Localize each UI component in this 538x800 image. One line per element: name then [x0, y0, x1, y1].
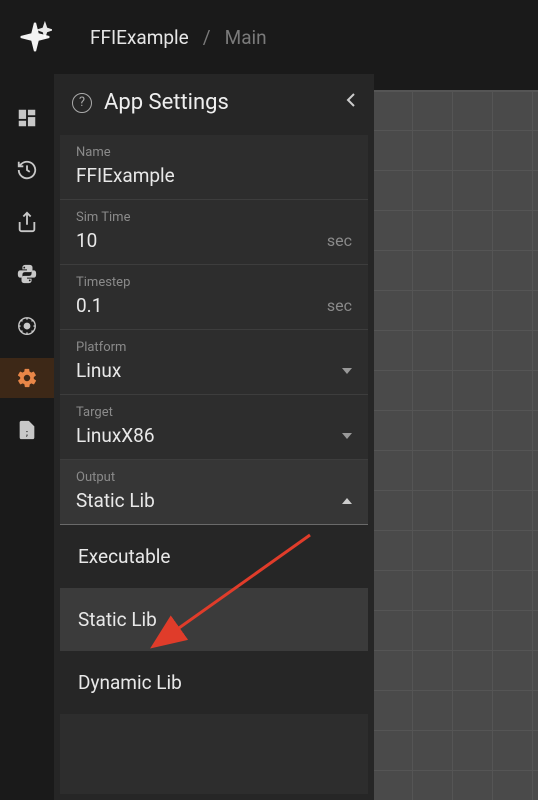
- field-value: LinuxX86: [76, 424, 155, 447]
- app-logo-icon: [18, 20, 52, 54]
- field-sim-time[interactable]: Sim Time 10 sec: [60, 200, 368, 265]
- field-value: Static Lib: [76, 489, 155, 512]
- panel-body: Name FFIExample Sim Time 10 sec Timestep…: [60, 135, 368, 794]
- dropdown-option-dynamic-lib[interactable]: Dynamic Lib: [60, 651, 368, 714]
- dashboard-icon: [16, 107, 38, 129]
- output-dropdown-list: Executable Static Lib Dynamic Lib: [60, 525, 368, 714]
- rust-icon: [16, 315, 38, 337]
- svg-text:;: ;: [26, 429, 28, 439]
- field-label: Target: [76, 405, 352, 420]
- chevron-down-icon: [342, 368, 352, 374]
- gear-icon: [16, 367, 38, 389]
- field-value: Linux: [76, 359, 121, 382]
- dropdown-option-static-lib[interactable]: Static Lib: [60, 588, 368, 651]
- breadcrumb-separator: /: [203, 26, 211, 49]
- sidebar: ;: [0, 74, 54, 800]
- field-label: Platform: [76, 340, 352, 355]
- field-value: FFIExample: [76, 164, 175, 187]
- history-icon: [16, 159, 38, 181]
- field-label: Sim Time: [76, 210, 352, 225]
- sidebar-item-history[interactable]: [0, 150, 54, 190]
- field-label: Name: [76, 145, 352, 160]
- sidebar-item-python[interactable]: [0, 254, 54, 294]
- chevron-left-icon: [346, 92, 356, 108]
- chevron-up-icon: [342, 498, 352, 504]
- field-platform[interactable]: Platform Linux: [60, 330, 368, 395]
- breadcrumb-project[interactable]: FFIExample: [90, 26, 189, 49]
- field-unit: sec: [327, 231, 352, 250]
- panel-header: ? App Settings: [54, 74, 374, 135]
- field-output[interactable]: Output Static Lib: [60, 460, 368, 525]
- sidebar-item-settings[interactable]: [0, 358, 54, 398]
- field-value: 0.1: [76, 294, 102, 317]
- field-target[interactable]: Target LinuxX86: [60, 395, 368, 460]
- sidebar-item-export[interactable]: [0, 202, 54, 242]
- canvas-area[interactable]: [374, 90, 538, 800]
- file-icon: ;: [16, 419, 38, 441]
- field-label: Timestep: [76, 275, 352, 290]
- panel-title: App Settings: [104, 90, 334, 115]
- breadcrumb: FFIExample / Main: [90, 26, 267, 49]
- field-label: Output: [76, 470, 352, 485]
- field-name[interactable]: Name FFIExample: [60, 135, 368, 200]
- topbar: FFIExample / Main: [0, 0, 538, 74]
- sidebar-item-rust[interactable]: [0, 306, 54, 346]
- export-icon: [16, 211, 38, 233]
- dropdown-option-executable[interactable]: Executable: [60, 525, 368, 588]
- sidebar-item-dashboard[interactable]: [0, 98, 54, 138]
- field-timestep[interactable]: Timestep 0.1 sec: [60, 265, 368, 330]
- python-icon: [16, 263, 38, 285]
- chevron-down-icon: [342, 433, 352, 439]
- help-icon[interactable]: ?: [72, 93, 92, 113]
- breadcrumb-page[interactable]: Main: [225, 26, 267, 49]
- settings-panel: ? App Settings Name FFIExample Sim Time …: [54, 74, 374, 800]
- field-unit: sec: [327, 296, 352, 315]
- sidebar-item-file[interactable]: ;: [0, 410, 54, 450]
- field-value: 10: [76, 229, 97, 252]
- collapse-button[interactable]: [346, 92, 356, 113]
